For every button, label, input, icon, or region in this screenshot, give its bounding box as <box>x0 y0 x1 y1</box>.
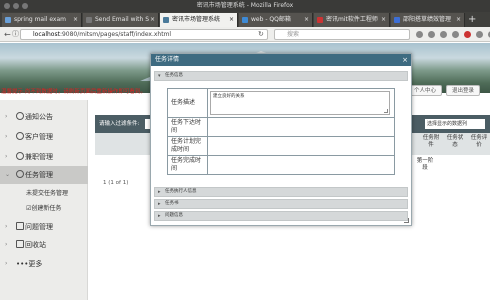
tab-favicon-icon <box>317 17 323 23</box>
sidebar-item-more[interactable]: › •••更多 <box>0 255 88 273</box>
sidebar-subitem-uncommitted[interactable]: 未提交任务管理 <box>26 188 68 197</box>
tab-favicon-icon <box>86 17 92 23</box>
section-executor[interactable]: ▸ 任务执行人信息 <box>154 187 408 197</box>
tab-spring-mail[interactable]: spring mail exam × <box>2 13 82 27</box>
chevron-right-icon: › <box>5 133 8 140</box>
column-select[interactable]: 选择显示的数据列 <box>425 119 485 129</box>
tab-close-icon[interactable]: × <box>229 13 234 27</box>
column-header-attachment[interactable]: 任务附件 <box>421 135 441 149</box>
library-icon[interactable] <box>428 31 435 38</box>
tab-close-icon[interactable]: × <box>304 13 309 27</box>
tab-favicon-icon <box>394 17 400 23</box>
column-header-status[interactable]: 任务状态 <box>445 135 465 149</box>
download-icon[interactable] <box>440 31 447 38</box>
sidebar-item-customers[interactable]: › 客户管理 <box>0 128 88 146</box>
close-icon[interactable]: × <box>402 54 408 66</box>
label-planned: 任务计划完成时间 <box>167 136 208 156</box>
tab-mitsm[interactable]: 密讯市场管理系统 × <box>160 13 238 27</box>
toolbar-icons <box>416 31 490 38</box>
trash-icon <box>16 240 24 248</box>
more-icon: ••• <box>16 260 29 268</box>
chevron-right-icon: › <box>5 153 8 160</box>
sidebar-item-notices[interactable]: › 通知公告 <box>0 108 88 126</box>
tab-close-icon[interactable]: × <box>150 13 155 27</box>
customer-icon <box>16 132 24 140</box>
tab-favicon-icon <box>242 17 248 23</box>
section-task-book[interactable]: ▸ 任务书 <box>154 199 408 209</box>
sidebar: › 通知公告 › 客户管理 › 兼职管理 ⌄ 任务管理 未提交任务管理 ☑创建新任务 ›… <box>0 100 88 300</box>
sidebar-subitem-create[interactable]: ☑创建新任务 <box>26 203 61 212</box>
chevron-right-icon: › <box>5 113 8 120</box>
chevron-right-icon: ▸ <box>158 213 161 219</box>
tab-favicon-icon <box>5 17 11 23</box>
parttime-icon <box>16 152 24 160</box>
chevron-down-icon: ⌄ <box>5 171 11 178</box>
sync-icon[interactable] <box>476 31 483 38</box>
label-issued: 任务下达时间 <box>167 117 208 137</box>
navigation-bar: ← ⓘ localhost:9080/mitsm/pages/staff/ind… <box>0 27 490 42</box>
tab-bar: spring mail exam × Send Email with S × 密讯市… <box>0 12 490 27</box>
bookmark-icon[interactable] <box>416 31 423 38</box>
section-task-info[interactable]: ▾ 任务信息 <box>154 71 408 81</box>
tab-favicon-icon <box>163 17 169 23</box>
table-cell: 第一阶段 <box>416 158 434 171</box>
section-issues[interactable]: ▸ 问题信息 <box>154 211 408 221</box>
value-planned <box>207 136 395 156</box>
reload-icon[interactable]: ↻ <box>258 29 264 40</box>
task-detail-table: 任务描述 建立良好的关系 任务下达时间 任务计划完成时间 任务完成时间 <box>167 88 395 175</box>
tab-qq-mail[interactable]: web - QQ邮箱 × <box>239 13 313 27</box>
label-done: 任务完成时间 <box>167 155 208 175</box>
profile-button[interactable]: 个人中心 <box>408 85 443 96</box>
new-tab-icon[interactable]: + <box>468 12 476 27</box>
addon-icon[interactable] <box>464 31 471 38</box>
chevron-right-icon: › <box>5 223 8 230</box>
logout-button[interactable]: 退出登录 <box>446 85 481 96</box>
pager: 1 (1 of 1) <box>103 180 129 186</box>
tab-shaoyang[interactable]: 邵阳搭草绩效管理 × <box>391 13 465 27</box>
tab-close-icon[interactable]: × <box>73 13 78 27</box>
value-issued <box>207 117 395 137</box>
chevron-right-icon: › <box>5 260 8 267</box>
chevron-right-icon: › <box>5 241 8 248</box>
tab-send-email[interactable]: Send Email with S × <box>83 13 159 27</box>
window-titlebar: 密讯市场管理系统 - Mozilla Firefox <box>0 0 490 12</box>
task-detail-dialog: 任务详情 × ▾ 任务信息 任务描述 建立良好的关系 任务下达时间 任务计划完成时… <box>150 53 412 226</box>
resize-grip-icon[interactable] <box>384 109 388 113</box>
notice-icon <box>16 112 24 120</box>
dialog-resize-icon[interactable] <box>404 218 409 223</box>
sidebar-item-tasks[interactable]: ⌄ 任务管理 <box>0 166 88 184</box>
info-icon[interactable]: ⓘ <box>12 29 19 40</box>
top-buttons: 个人中心 退出登录 <box>408 85 481 96</box>
issue-icon <box>16 222 24 230</box>
sidebar-item-issues[interactable]: › 问题管理 <box>0 218 88 236</box>
chevron-right-icon: ▸ <box>158 201 161 207</box>
home-icon[interactable] <box>452 31 459 38</box>
search-input[interactable]: 搜索 <box>274 29 410 40</box>
value-done <box>207 155 395 175</box>
chevron-right-icon: ▸ <box>158 189 161 195</box>
sidebar-item-parttime[interactable]: › 兼职管理 <box>0 148 88 166</box>
desc-textarea[interactable]: 建立良好的关系 <box>210 91 390 115</box>
window-title: 密讯市场管理系统 - Mozilla Firefox <box>196 2 294 9</box>
task-icon <box>16 170 24 178</box>
column-header-rating[interactable]: 任务评价 <box>469 135 489 149</box>
dialog-header: 任务详情 × <box>151 54 411 66</box>
tab-mit-engineer[interactable]: 密讯mit软件工程师 × <box>314 13 390 27</box>
dialog-title: 任务详情 <box>155 56 180 63</box>
chevron-down-icon: ▾ <box>158 73 161 79</box>
sidebar-item-recycle[interactable]: › 回收站 <box>0 236 88 254</box>
tab-close-icon[interactable]: × <box>381 13 386 27</box>
back-icon[interactable]: ← <box>4 29 11 40</box>
url-bar[interactable]: localhost:9080/mitsm/pages/staff/index.x… <box>20 29 268 40</box>
tab-close-icon[interactable]: × <box>456 13 461 27</box>
label-desc: 任务描述 <box>167 88 208 118</box>
filter-label: 请输入过滤条件: <box>99 121 140 127</box>
